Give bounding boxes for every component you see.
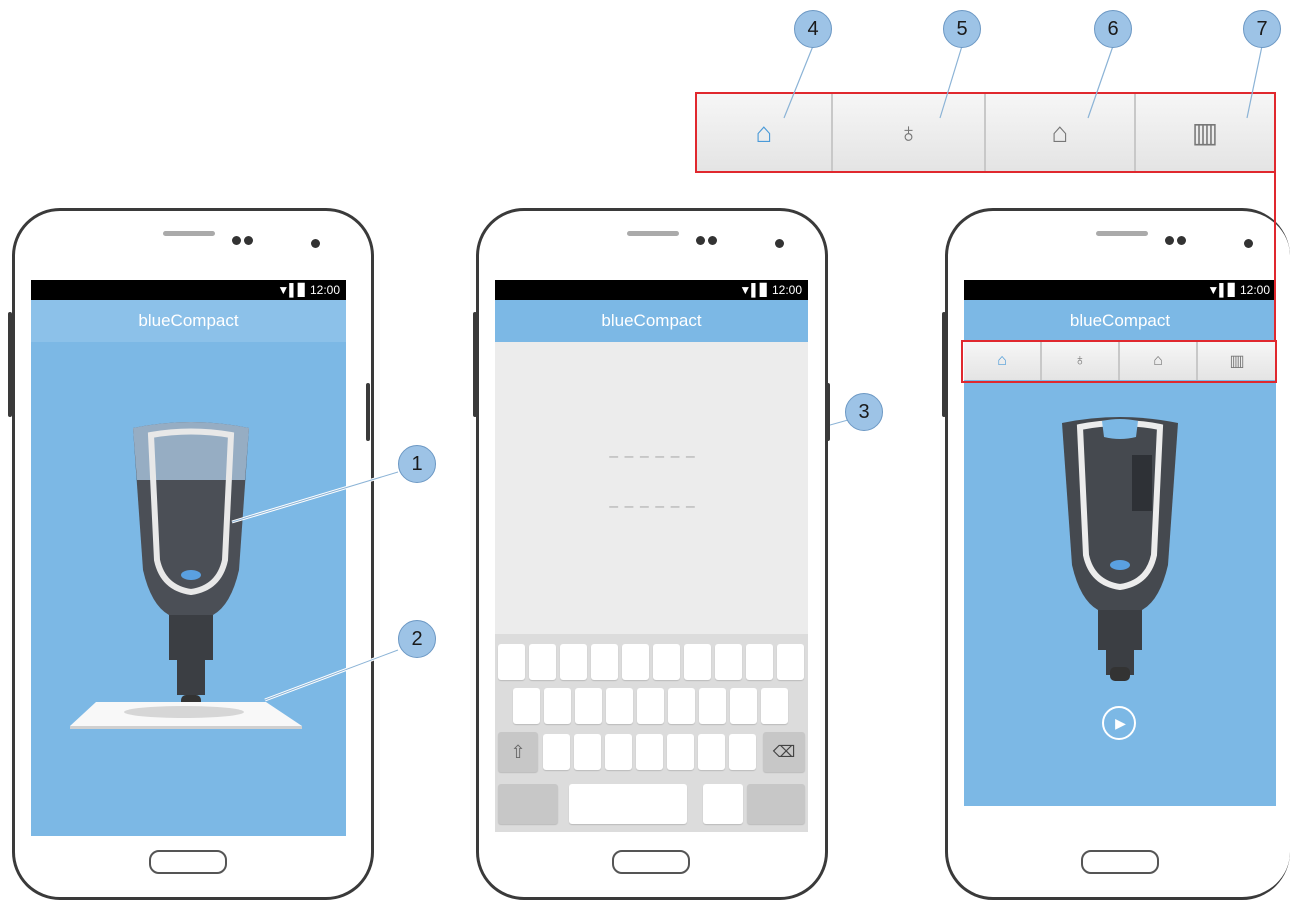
callout-5: 5 — [943, 10, 981, 48]
callout-6: 6 — [1094, 10, 1132, 48]
callout-7: 7 — [1243, 10, 1281, 48]
callout-4: 4 — [794, 10, 832, 48]
callout-leaders — [783, 45, 1263, 119]
